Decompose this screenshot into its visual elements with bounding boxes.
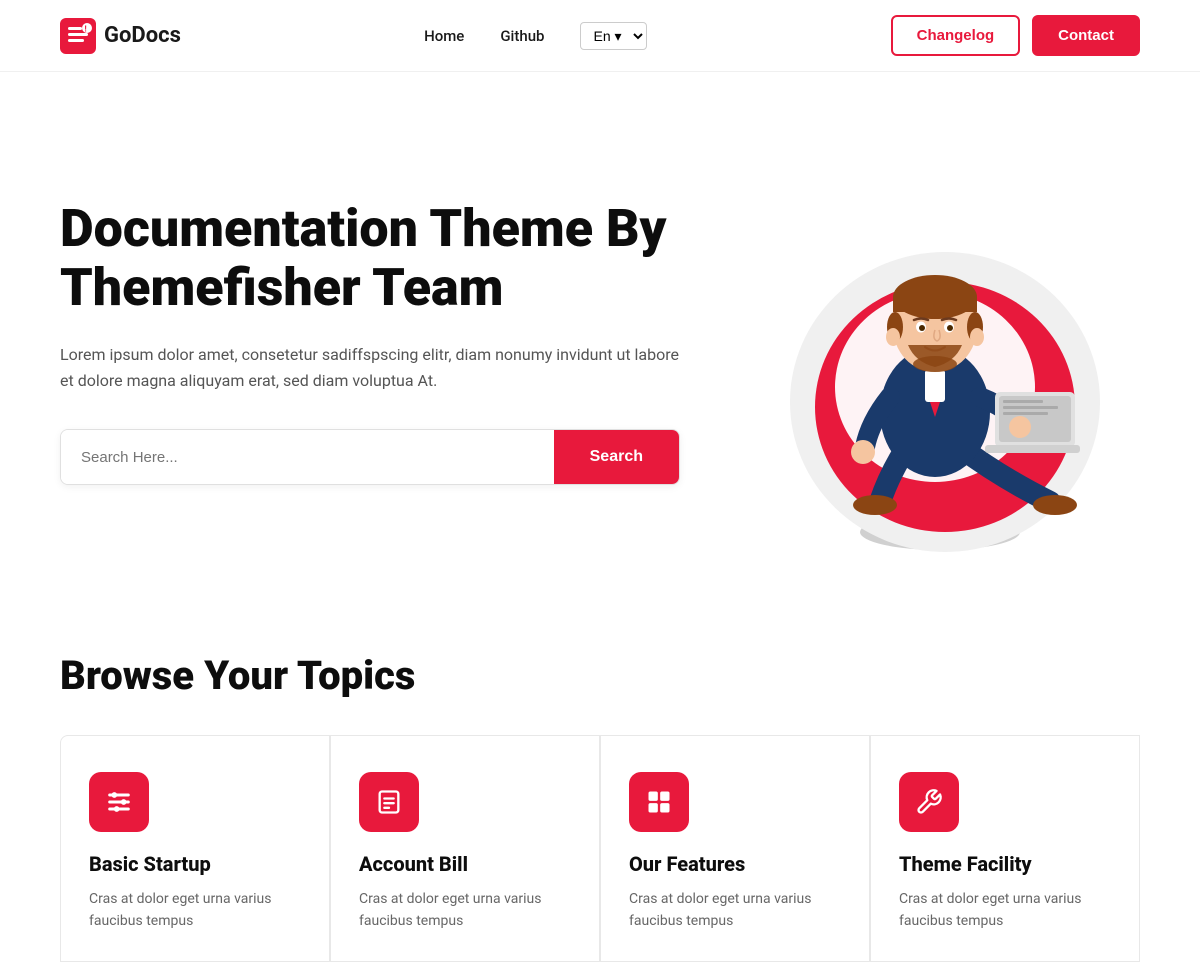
navbar: ! GoDocs Home Github En ▾ Fr De Changelo…	[0, 0, 1200, 72]
hero-content: Documentation Theme By Themefisher Team …	[60, 199, 740, 486]
search-bar: Search	[60, 429, 680, 485]
card-our-features: Our Features Cras at dolor eget urna var…	[600, 735, 870, 962]
card-title-3: Our Features	[629, 852, 841, 876]
hero-image	[740, 132, 1140, 552]
search-button[interactable]: Search	[554, 430, 679, 484]
browse-section: Browse Your Topics Basic Startup Cras at…	[0, 592, 1200, 962]
card-desc-4: Cras at dolor eget urna varius faucibus …	[899, 888, 1111, 933]
card-basic-startup: Basic Startup Cras at dolor eget urna va…	[60, 735, 330, 962]
nav-links: Home Github En ▾ Fr De	[424, 22, 647, 50]
card-icon-wrap-2	[359, 772, 419, 832]
contact-button[interactable]: Contact	[1032, 15, 1140, 56]
bill-icon	[375, 788, 403, 816]
nav-home[interactable]: Home	[424, 27, 464, 45]
card-icon-wrap-3	[629, 772, 689, 832]
logo-text: GoDocs	[104, 23, 181, 48]
logo-icon: !	[60, 18, 96, 54]
card-account-bill: Account Bill Cras at dolor eget urna var…	[330, 735, 600, 962]
card-title-2: Account Bill	[359, 852, 571, 876]
card-theme-facility: Theme Facility Cras at dolor eget urna v…	[870, 735, 1140, 962]
features-icon	[645, 788, 673, 816]
card-icon-wrap-4	[899, 772, 959, 832]
nav-actions: Changelog Contact	[891, 15, 1140, 56]
sliders-icon	[105, 788, 133, 816]
svg-text:!: !	[85, 24, 87, 33]
card-desc-1: Cras at dolor eget urna varius faucibus …	[89, 888, 301, 933]
hero-description: Lorem ipsum dolor amet, consetetur sadif…	[60, 342, 680, 393]
hero-illustration	[740, 132, 1140, 552]
hero-title: Documentation Theme By Themefisher Team	[60, 199, 740, 319]
logo[interactable]: ! GoDocs	[60, 18, 181, 54]
card-desc-3: Cras at dolor eget urna varius faucibus …	[629, 888, 841, 933]
changelog-button[interactable]: Changelog	[891, 15, 1021, 56]
wrench-icon	[915, 788, 943, 816]
search-input[interactable]	[61, 430, 554, 484]
browse-title: Browse Your Topics	[60, 652, 1140, 699]
language-select[interactable]: En ▾ Fr De	[580, 22, 647, 50]
card-title-4: Theme Facility	[899, 852, 1111, 876]
hero-section: Documentation Theme By Themefisher Team …	[0, 72, 1200, 592]
card-title-1: Basic Startup	[89, 852, 301, 876]
cards-grid: Basic Startup Cras at dolor eget urna va…	[60, 735, 1140, 962]
card-desc-2: Cras at dolor eget urna varius faucibus …	[359, 888, 571, 933]
card-icon-wrap-1	[89, 772, 149, 832]
nav-github[interactable]: Github	[500, 27, 544, 45]
